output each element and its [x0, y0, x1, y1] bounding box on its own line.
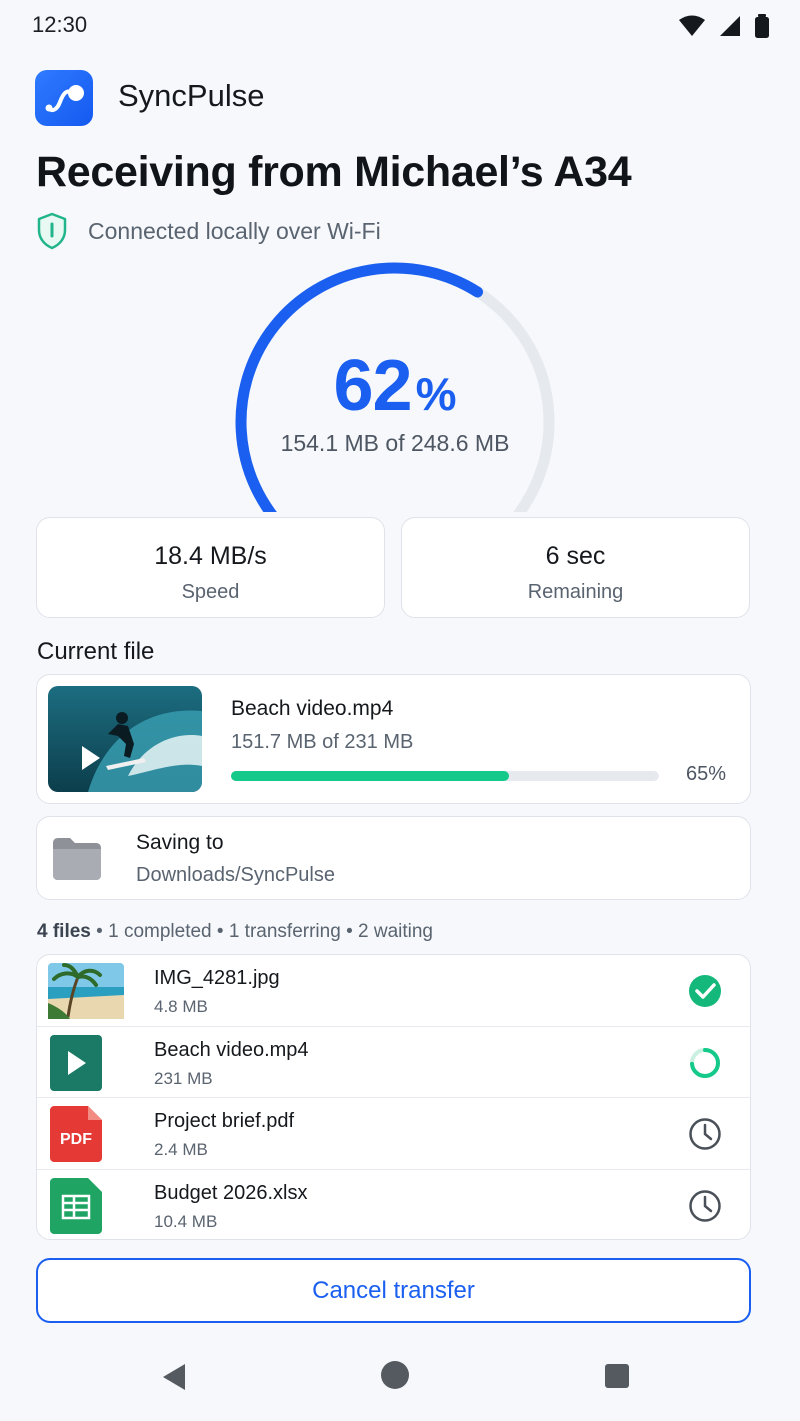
file-list: IMG_4281.jpg 4.8 MB Beach video.mp4 231 …: [36, 954, 751, 1240]
file-size: 2.4 MB: [154, 1140, 208, 1159]
battery-icon: [755, 14, 769, 38]
check-circle-icon: [689, 975, 721, 1007]
file-row[interactable]: IMG_4281.jpg 4.8 MB: [37, 955, 750, 1027]
clock-icon: [689, 1118, 721, 1150]
file-name: Budget 2026.xlsx: [154, 1181, 308, 1204]
connection-status: Connected locally over Wi-Fi: [36, 212, 381, 250]
save-label: Saving to: [136, 831, 224, 854]
speed-value: 18.4 MB/s: [154, 542, 267, 570]
progress-ring-icon: [690, 1047, 720, 1078]
file-name: Beach video.mp4: [154, 1038, 309, 1061]
status-icons: [678, 14, 770, 38]
video-thumbnail: [48, 686, 202, 792]
remaining-label: Remaining: [527, 581, 624, 603]
pdf-label: PDF: [60, 1131, 92, 1148]
progress-percent-sign: %: [415, 368, 457, 420]
current-file-name: Beach video.mp4: [231, 697, 394, 720]
app-logo: [35, 70, 93, 126]
summary-transferring: 1 transferring: [228, 921, 341, 942]
nav-back-icon[interactable]: [160, 1362, 188, 1392]
progress-detail: 154.1 MB of 248.6 MB: [280, 430, 510, 456]
save-path: Downloads/SyncPulse: [136, 864, 335, 886]
file-row[interactable]: Budget 2026.xlsx 10.4 MB: [37, 1170, 750, 1240]
file-name: IMG_4281.jpg: [154, 967, 280, 989]
current-file-heading: Current file: [37, 638, 155, 665]
nav-home-icon[interactable]: [381, 1361, 409, 1389]
file-size: 10.4 MB: [154, 1211, 218, 1231]
summary-count: 4 files: [37, 921, 91, 942]
status-time: 12:30: [32, 12, 88, 37]
file-size: 231 MB: [154, 1068, 213, 1088]
current-file-progress-track: [231, 771, 659, 781]
speed-label: Speed: [181, 581, 240, 603]
folder-icon: [53, 838, 101, 880]
speed-card: 18.4 MB/s Speed: [36, 517, 385, 618]
video-play-icon: [50, 1034, 102, 1091]
pulse-logo-icon: [45, 85, 84, 112]
file-row[interactable]: PDF Project brief.pdf 2.4 MB: [37, 1098, 750, 1170]
current-file-percent: 65%: [686, 763, 727, 785]
current-file-size: 151.7 MB of 231 MB: [231, 731, 414, 753]
app-name: SyncPulse: [118, 78, 265, 113]
spreadsheet-icon: [50, 1177, 102, 1234]
signal-icon: [720, 16, 740, 36]
cancel-transfer-button[interactable]: Cancel transfer: [36, 1258, 751, 1323]
nav-recents-icon[interactable]: [605, 1364, 629, 1388]
progress-percent-value: 62: [333, 346, 413, 426]
current-file-card[interactable]: Beach video.mp4 151.7 MB of 231 MB 65%: [36, 674, 751, 804]
transfer-summary: 4 files • 1 completed • 1 transferring •…: [37, 921, 433, 942]
clock-icon: [689, 1189, 721, 1222]
save-location-card[interactable]: Saving to Downloads/SyncPulse: [36, 816, 751, 900]
file-row[interactable]: Beach video.mp4 231 MB: [37, 1027, 750, 1098]
connection-text: Connected locally over Wi-Fi: [88, 217, 381, 244]
pdf-file-icon: PDF: [50, 1106, 102, 1162]
progress-percent: 62%: [230, 345, 560, 427]
remaining-value: 6 sec: [545, 542, 606, 570]
shield-icon: [37, 212, 67, 250]
summary-completed: 1 completed: [108, 921, 212, 942]
surf-video-icon: [48, 686, 202, 792]
beach-photo-icon: [48, 963, 124, 1019]
summary-waiting: 2 waiting: [358, 921, 433, 942]
file-name: Project brief.pdf: [154, 1110, 295, 1132]
wifi-icon: [679, 15, 705, 36]
page-title: Receiving from Michael’s A34: [36, 148, 632, 196]
remaining-card: 6 sec Remaining: [401, 517, 750, 618]
file-size: 4.8 MB: [154, 997, 208, 1016]
current-file-progress-fill: [231, 771, 510, 781]
